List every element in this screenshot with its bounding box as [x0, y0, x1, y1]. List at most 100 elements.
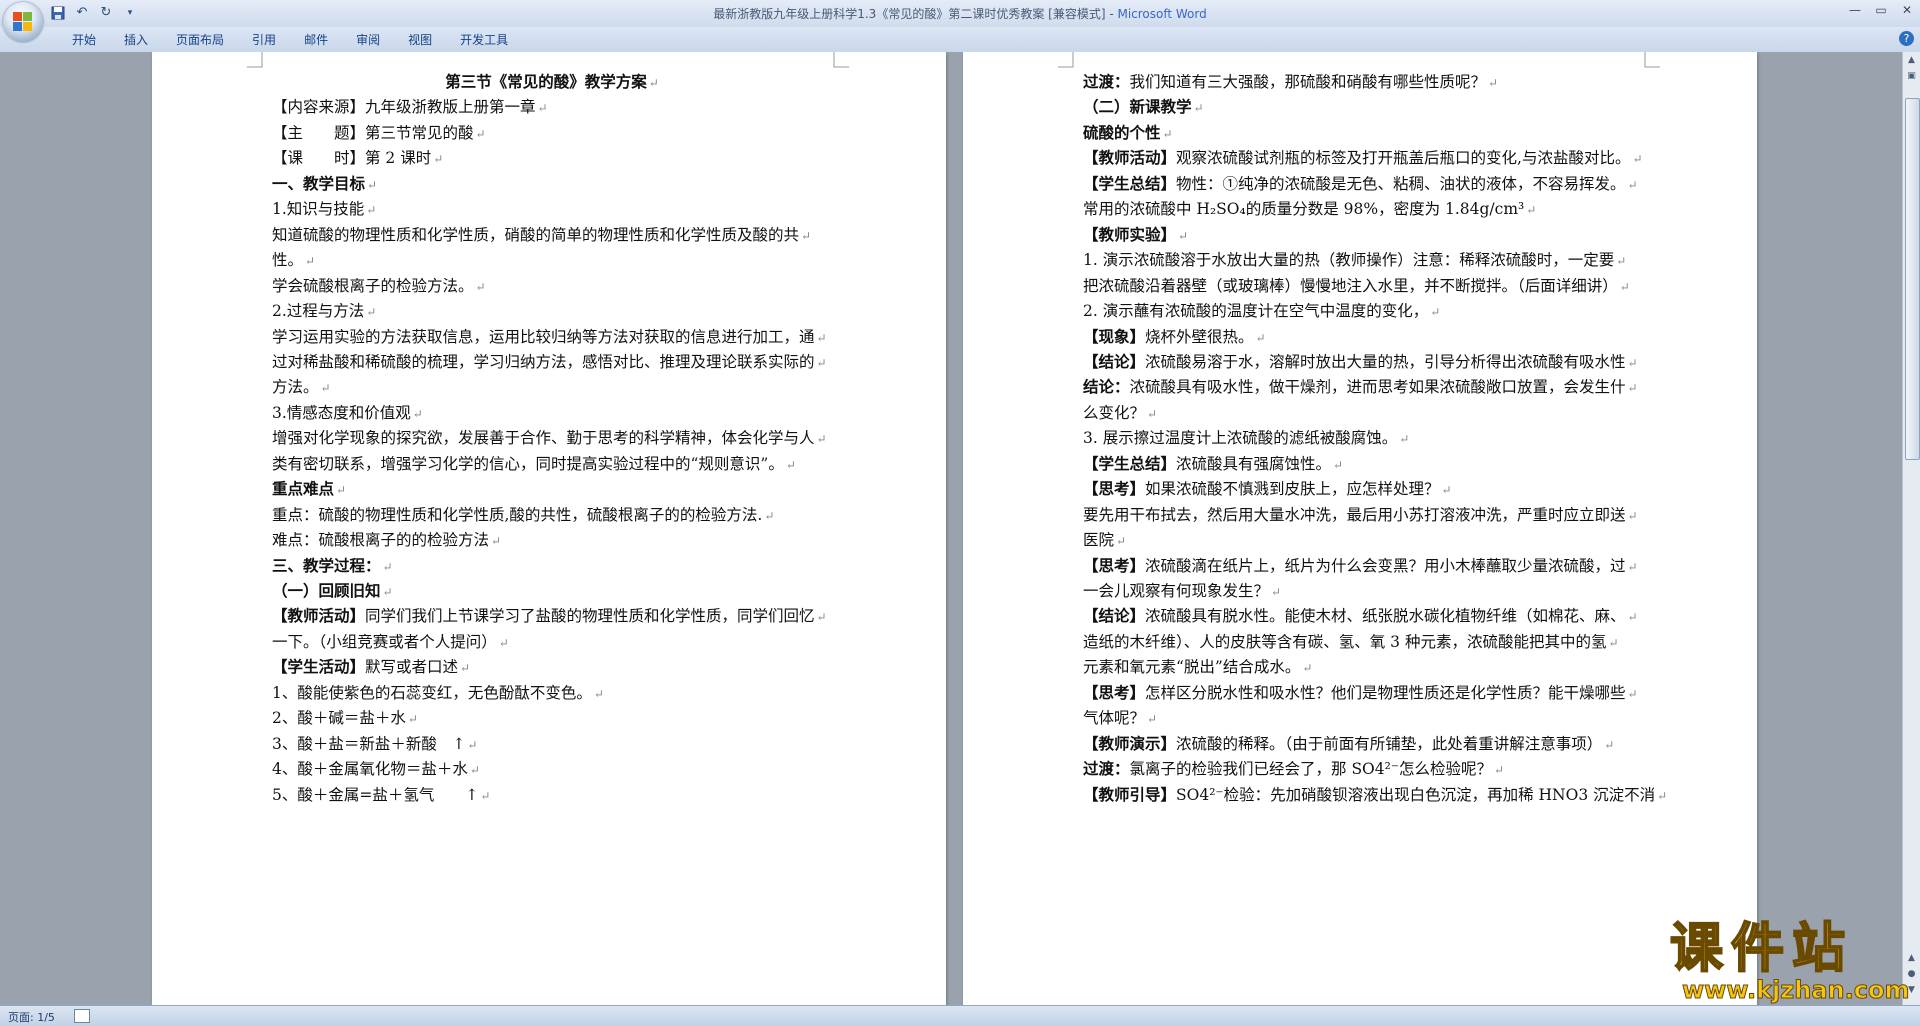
maximize-icon[interactable]: ▭ [1868, 0, 1894, 20]
proofing-icon[interactable] [74, 1009, 90, 1023]
paragraph-mark-icon: ↵ [816, 330, 827, 345]
text-run: 元素和氧元素“脱出”结合成水。 [1083, 658, 1301, 677]
text-line: 【思考】浓硫酸滴在纸片上，纸片为什么会变黑？用小木棒蘸取少量浓硫酸，过 ↵ [1083, 554, 1638, 576]
paragraph-mark-icon: ↵ [1178, 228, 1189, 243]
office-logo-icon [13, 12, 33, 32]
text-run: 我们知道有三大强酸，那硫酸和硝酸有哪些性质呢？ [1129, 73, 1487, 91]
text-line: 5、酸＋金属=盐＋氢气 ↑ ↵ [272, 783, 490, 805]
text-line: 【教师演示】浓硫酸的稀释。（由于前面有所铺垫，此处着重讲解注意事项） ↵ [1083, 732, 1614, 754]
ribbon-tab[interactable]: 页面布局 [162, 30, 238, 51]
text-run: 气体呢？ [1083, 709, 1146, 728]
text-run: 学习运用实验的方法获取信息，运用比较归纳等方法对获取的信息进行加工，通 [272, 327, 815, 346]
paragraph-mark-icon: ↵ [1255, 330, 1266, 345]
text-line: 【思考】如果浓硫酸不慎溅到皮肤上，应怎样处理？ ↵ [1083, 477, 1452, 499]
ribbon-tab[interactable]: 审阅 [342, 30, 394, 51]
text-line: 3、酸＋盐＝新盐＋新酸 ↑ ↵ [272, 732, 477, 754]
ribbon: 开始 插入 页面布局 引用 邮件 审阅 视图 开发工具 ? [0, 27, 1920, 53]
paragraph-mark-icon: ↵ [1271, 585, 1282, 599]
text-line: 类有密切联系，增强学习化学的信心，同时提高实验过程中的“规则意识”。 ↵ [272, 452, 796, 474]
page-count[interactable]: 页面: 1/5 [8, 1009, 55, 1025]
text-run: 常用的浓硫酸中 H₂SO₄的质量分数是 98%，密度为 1.84g/cm³ [1083, 200, 1525, 219]
paragraph-mark-icon: ↵ [816, 610, 827, 625]
ribbon-tab[interactable]: 引用 [238, 30, 290, 51]
text-run: 【课 时】第 2 课时 [272, 149, 432, 168]
ruler-toggle-icon[interactable]: ▣ [1905, 70, 1918, 83]
office-button[interactable] [3, 2, 43, 42]
app-name: Microsoft Word [1117, 7, 1207, 21]
text-run: 把浓硫酸沿着器壁（或玻璃棒）慢慢地注入水里，并不断搅拌。（后面详细讲） [1083, 276, 1618, 295]
text-run: 浓硫酸易溶于水，溶解时放出大量的热，引导分析得出浓硫酸有吸水性 [1145, 352, 1626, 371]
page-content: 过渡：我们知道有三大强酸，那硫酸和硝酸有哪些性质呢？ ↵ （二）新课教学 ↵ 硫酸的个性… [1083, 52, 1667, 1005]
watermark-logo: 课件站 www.kjzhan.com [1668, 919, 1910, 1005]
text-line: 【主 题】第三节常见的酸 ↵ [272, 121, 486, 143]
ribbon-tab[interactable]: 视图 [394, 30, 446, 51]
paragraph-mark-icon: ↵ [366, 305, 377, 320]
ribbon-tabs: 开始 插入 页面布局 引用 邮件 审阅 视图 开发工具 [58, 30, 522, 51]
paragraph-mark-icon: ↵ [1302, 661, 1313, 676]
window-controls: — ▭ ✕ [1842, 0, 1920, 20]
text-line: 【学生活动】默写或者口述 ↵ [272, 655, 470, 677]
text-run: 学会硫酸根离子的检验方法。 [272, 276, 474, 295]
text-line: 过渡：我们知道有三大强酸，那硫酸和硝酸有哪些性质呢？ ↵ [1083, 70, 1498, 92]
text-line: 【学生总结】物性：①纯净的浓硫酸是无色、粘稠、油状的液体，不容易挥发。 ↵ [1083, 172, 1638, 194]
text-run: 烧杯外壁很热。 [1145, 327, 1254, 346]
text-line: 元素和氧元素“脱出”结合成水。 ↵ [1083, 655, 1312, 677]
text-run: 观察浓硫酸试剂瓶的标签及打开瓶盖后瓶口的变化,与浓盐酸对比。 [1176, 149, 1631, 168]
ribbon-tab[interactable]: 插入 [110, 30, 162, 51]
paragraph-mark-icon: ↵ [816, 432, 827, 447]
vertical-scrollbar[interactable]: ▲ ▣ ▲ ● ▼ [1902, 52, 1920, 1005]
text-line: 3. 展示擦过温度计上浓硫酸的滤纸被酸腐蚀。 ↵ [1083, 426, 1409, 448]
paragraph-mark-icon: ↵ [1494, 763, 1505, 778]
paragraph-mark-icon: ↵ [475, 126, 486, 141]
text-run: 么变化？ [1083, 403, 1146, 422]
bold-run: （一）回顾旧知 [272, 581, 381, 600]
paragraph-mark-icon: ↵ [1608, 635, 1619, 650]
bold-run: 【教师实验】 [1083, 224, 1177, 244]
bold-run: 【学生总结】 [1083, 173, 1177, 193]
text-line: 【教师实验】 ↵ [1083, 223, 1188, 245]
text-line: 【教师活动】观察浓硫酸试剂瓶的标签及打开瓶盖后瓶口的变化,与浓盐酸对比。 ↵ [1083, 146, 1643, 168]
ribbon-tab[interactable]: 开始 [58, 30, 110, 51]
text-run: 4、酸＋金属氧化物＝盐＋水 [272, 760, 468, 779]
paragraph-mark-icon: ↵ [1627, 355, 1638, 370]
window-title: 最新浙教版九年级上册科学1.3《常见的酸》第二课时优秀教案 [兼容模式] - M… [0, 5, 1920, 22]
text-line: 重点难点 ↵ [272, 477, 346, 499]
ribbon-tab[interactable]: 开发工具 [446, 30, 522, 51]
text-line: 么变化？ ↵ [1083, 401, 1157, 423]
text-run: 造纸的木纤维）、人的皮肤等含有碳、氢、氧 3 种元素，浓硫酸能把其中的氢 [1083, 632, 1607, 651]
text-run: 2.过程与方法 [272, 302, 365, 321]
paragraph-mark-icon: ↵ [816, 355, 827, 370]
scroll-up-icon[interactable]: ▲ [1905, 54, 1918, 67]
text-run: 一下。（小组竞赛或者个人提问） [272, 632, 497, 651]
paragraph-mark-icon: ↵ [1616, 254, 1627, 269]
prev-page-icon[interactable]: ▲ [1905, 952, 1918, 965]
bold-run: 【学生活动】 [272, 657, 366, 677]
paragraph-mark-icon: ↵ [433, 152, 444, 167]
minimize-icon[interactable]: — [1842, 0, 1868, 20]
text-run: 过对稀盐酸和稀硫酸的梳理，学习归纳方法，感悟对比、推理及理论联系实际的 [272, 352, 815, 371]
scroll-thumb[interactable] [1905, 98, 1920, 460]
ribbon-tab[interactable]: 邮件 [290, 30, 342, 51]
text-run: 【主 题】第三节常见的酸 [272, 123, 474, 142]
paragraph-mark-icon: ↵ [764, 508, 775, 523]
close-icon[interactable]: ✕ [1894, 0, 1920, 20]
text-run: 5、酸＋金属=盐＋氢气 ↑ [272, 785, 479, 804]
document-page-2[interactable]: 过渡：我们知道有三大强酸，那硫酸和硝酸有哪些性质呢？ ↵ （二）新课教学 ↵ 硫酸的个性… [963, 52, 1757, 1005]
paragraph-mark-icon: ↵ [1604, 737, 1615, 752]
document-page-1[interactable]: 第三节《常见的酸》教学方案 ↵ 【内容来源】九年级浙教版上册第一章 ↵ 【主 题】第三节… [152, 52, 946, 1005]
text-run: SO4²⁻检验：先加硝酸钡溶液出现白色沉淀，再加稀 HNO3 沉淀不消 [1176, 785, 1656, 804]
text-run: 浓硫酸的稀释。（由于前面有所铺垫，此处着重讲解注意事项） [1176, 734, 1603, 753]
bold-run: 【思考】 [1083, 555, 1146, 575]
text-line: 【教师引导】SO4²⁻检验：先加硝酸钡溶液出现白色沉淀，再加稀 HNO3 沉淀不… [1083, 783, 1667, 805]
paragraph-mark-icon: ↵ [382, 559, 393, 574]
text-line: 【现象】烧杯外壁很热。 ↵ [1083, 325, 1266, 347]
help-icon[interactable]: ? [1899, 31, 1914, 46]
watermark-url: www.kjzhan.com [1681, 976, 1910, 1005]
text-run: 物性：①纯净的浓硫酸是无色、粘稠、油状的液体，不容易挥发。 [1176, 174, 1626, 193]
text-line: 性。 ↵ [272, 248, 315, 270]
text-line: 2.过程与方法 ↵ [272, 299, 376, 321]
document-area: 第三节《常见的酸》教学方案 ↵ 【内容来源】九年级浙教版上册第一章 ↵ 【主 题】第三节… [0, 52, 1902, 1005]
bold-run: 过渡： [1083, 72, 1130, 91]
text-line: （二）新课教学 ↵ [1083, 95, 1204, 117]
bold-run: 【现象】 [1083, 326, 1146, 346]
